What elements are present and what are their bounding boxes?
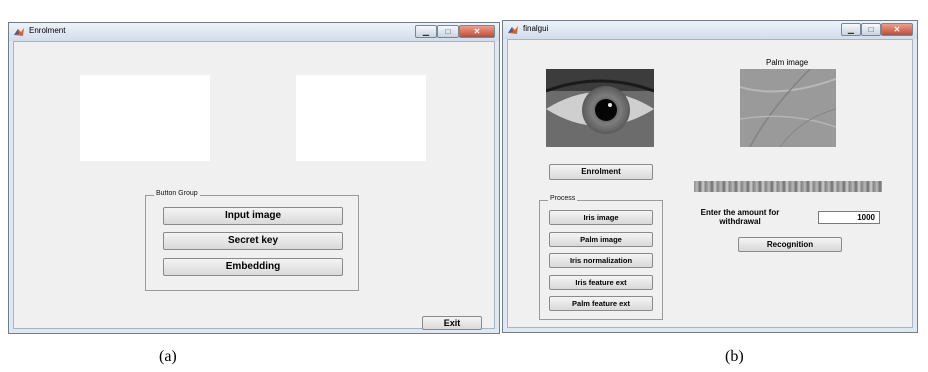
enrolment-window: Enrolment ▁ □ ✕ Button Group Input image… — [8, 22, 500, 334]
maximize-button[interactable]: □ — [437, 25, 459, 38]
output-image-axes — [296, 75, 426, 161]
caption-b: (b) — [725, 348, 744, 365]
secret-key-button[interactable]: Secret key — [163, 232, 343, 250]
palm-feature-ext-button[interactable]: Palm feature ext — [549, 296, 653, 311]
enrolment-button[interactable]: Enrolment — [549, 164, 653, 180]
finalgui-window: finalgui ▁ □ ✕ Palm image Enrolment Proc… — [502, 20, 918, 333]
iris-feature-ext-button[interactable]: Iris feature ext — [549, 275, 653, 290]
maximize-button[interactable]: □ — [861, 23, 881, 36]
process-label: Process — [548, 195, 578, 202]
recognition-button[interactable]: Recognition — [738, 237, 842, 252]
close-button[interactable]: ✕ — [459, 25, 495, 38]
minimize-button[interactable]: ▁ — [841, 23, 861, 36]
withdrawal-amount-label: Enter the amount for withdrawal — [700, 208, 780, 226]
matlab-icon — [508, 26, 518, 34]
palm-image-title: Palm image — [766, 58, 809, 67]
enrolment-title: Enrolment — [29, 26, 66, 35]
finalgui-client-area: Palm image Enrolment Process Iris image … — [507, 39, 913, 328]
withdrawal-amount-input[interactable]: 1000 — [818, 211, 880, 224]
process-panel: Process Iris image Palm image Iris norma… — [539, 195, 663, 320]
exit-button[interactable]: Exit — [422, 316, 482, 330]
close-button[interactable]: ✕ — [881, 23, 913, 36]
input-image-button[interactable]: Input image — [163, 207, 343, 225]
palm-image — [740, 69, 836, 147]
iris-normalization-button[interactable]: Iris normalization — [549, 253, 653, 268]
embedding-button[interactable]: Embedding — [163, 258, 343, 276]
minimize-button[interactable]: ▁ — [415, 25, 437, 38]
finalgui-titlebar[interactable]: finalgui ▁ □ ✕ — [503, 21, 917, 39]
iris-image — [546, 69, 654, 147]
iris-image-button[interactable]: Iris image — [549, 210, 653, 225]
feature-strip-image — [694, 181, 882, 192]
enrolment-titlebar[interactable]: Enrolment ▁ □ ✕ — [9, 23, 499, 41]
button-group-panel: Button Group Input image Secret key Embe… — [145, 190, 359, 291]
finalgui-title: finalgui — [523, 24, 549, 33]
palm-image-button[interactable]: Palm image — [549, 232, 653, 247]
input-image-axes — [80, 75, 210, 161]
matlab-icon — [14, 28, 24, 36]
caption-a: (a) — [159, 348, 177, 365]
button-group-label: Button Group — [154, 190, 200, 197]
enrolment-client-area: Button Group Input image Secret key Embe… — [13, 41, 495, 330]
